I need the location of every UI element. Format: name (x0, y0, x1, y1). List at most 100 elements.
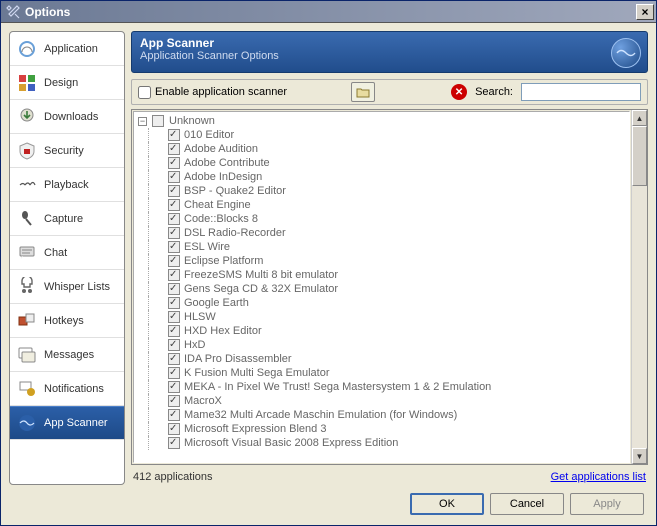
nav-item-design[interactable]: Design (10, 66, 124, 100)
tree-item[interactable]: Mame32 Multi Arcade Maschin Emulation (f… (138, 408, 629, 422)
tree-item-label: K Fusion Multi Sega Emulator (184, 366, 330, 380)
search-input[interactable] (521, 83, 641, 101)
tree-item[interactable]: 010 Editor (138, 128, 629, 142)
ok-button[interactable]: OK (410, 493, 484, 515)
tree-item-label: Microsoft Visual Basic 2008 Express Edit… (184, 436, 398, 450)
tree-item[interactable]: Cheat Engine (138, 198, 629, 212)
tree-item-label: Gens Sega CD & 32X Emulator (184, 282, 338, 296)
window-title: Options (25, 5, 636, 19)
close-button[interactable]: × (636, 4, 654, 20)
tree-item[interactable]: BSP - Quake2 Editor (138, 184, 629, 198)
tree-item-checkbox[interactable] (168, 213, 180, 225)
tree-item[interactable]: Adobe InDesign (138, 170, 629, 184)
nav-item-security[interactable]: Security (10, 134, 124, 168)
nav-item-capture[interactable]: Capture (10, 202, 124, 236)
tree-item[interactable]: HLSW (138, 310, 629, 324)
chat-icon (16, 242, 38, 264)
tree-item-checkbox[interactable] (168, 353, 180, 365)
scroll-track[interactable] (632, 126, 647, 448)
side-nav: Application Design Downloads SecurityPlayba… (9, 31, 125, 485)
tree-item-checkbox[interactable] (168, 129, 180, 141)
tree-item-label: Mame32 Multi Arcade Maschin Emulation (f… (184, 408, 457, 422)
nav-label: Messages (44, 349, 94, 361)
error-icon: ✕ (451, 84, 467, 100)
tree-item[interactable]: DSL Radio-Recorder (138, 226, 629, 240)
tree-item-checkbox[interactable] (168, 255, 180, 267)
download-icon (16, 106, 38, 128)
tree-item-checkbox[interactable] (168, 157, 180, 169)
tree-item[interactable]: MacroX (138, 394, 629, 408)
tree-item[interactable]: Microsoft Visual Basic 2008 Express Edit… (138, 436, 629, 450)
tree-item-checkbox[interactable] (168, 143, 180, 155)
enable-scanner-input[interactable] (138, 86, 151, 99)
nav-label: Notifications (44, 383, 104, 395)
scroll-up[interactable]: ▲ (632, 110, 647, 126)
app-count: 412 applications (133, 471, 213, 483)
tree-collapse[interactable]: − (138, 117, 147, 126)
tree-item-label: DSL Radio-Recorder (184, 226, 286, 240)
tree-item-checkbox[interactable] (168, 395, 180, 407)
tree-item[interactable]: HXD Hex Editor (138, 324, 629, 338)
nav-item-application[interactable]: Application (10, 32, 124, 66)
tree-item-checkbox[interactable] (168, 283, 180, 295)
tree-item-checkbox[interactable] (168, 409, 180, 421)
tree-item[interactable]: K Fusion Multi Sega Emulator (138, 366, 629, 380)
cancel-button[interactable]: Cancel (490, 493, 564, 515)
tree-item[interactable]: HxD (138, 338, 629, 352)
tree-item-checkbox[interactable] (168, 339, 180, 351)
tree-item[interactable]: Google Earth (138, 296, 629, 310)
tree-item[interactable]: ESL Wire (138, 240, 629, 254)
tree-item-checkbox[interactable] (168, 437, 180, 449)
nav-label: Downloads (44, 111, 98, 123)
tree-item-checkbox[interactable] (168, 185, 180, 197)
tree-item-checkbox[interactable] (168, 171, 180, 183)
tree-item-checkbox[interactable] (168, 227, 180, 239)
get-list-link[interactable]: Get applications list (551, 471, 646, 483)
tools-icon (5, 4, 21, 20)
scroll-down[interactable]: ▼ (632, 448, 647, 464)
tree-item-checkbox[interactable] (168, 367, 180, 379)
tree-item[interactable]: Gens Sega CD & 32X Emulator (138, 282, 629, 296)
tree-item-checkbox[interactable] (168, 269, 180, 281)
nav-item-app-scanner[interactable]: App Scanner (10, 406, 124, 440)
tree-item-checkbox[interactable] (168, 325, 180, 337)
nav-label: Application (44, 43, 98, 55)
tree-item-checkbox[interactable] (168, 381, 180, 393)
tree-item[interactable]: Eclipse Platform (138, 254, 629, 268)
nav-item-hotkeys[interactable]: Hotkeys (10, 304, 124, 338)
tree-item[interactable]: Adobe Contribute (138, 156, 629, 170)
tree-item-checkbox[interactable] (168, 241, 180, 253)
tree-item[interactable]: MEKA - In Pixel We Trust! Sega Mastersys… (138, 380, 629, 394)
tree-container: −Unknown010 EditorAdobe AuditionAdobe Co… (131, 109, 648, 465)
nav-item-whisper-lists[interactable]: Whisper Lists (10, 270, 124, 304)
tree-item[interactable]: FreezeSMS Multi 8 bit emulator (138, 268, 629, 282)
nav-label: App Scanner (44, 417, 108, 429)
options-window: Options × Application Design Downloads Secu… (0, 0, 657, 526)
enable-scanner-checkbox[interactable]: Enable application scanner (138, 86, 287, 99)
open-folder-button[interactable] (351, 82, 375, 102)
tree-item-checkbox[interactable] (168, 297, 180, 309)
tree-item[interactable]: Code::Blocks 8 (138, 212, 629, 226)
scrollbar[interactable]: ▲ ▼ (631, 110, 647, 464)
tree-item-label: ESL Wire (184, 240, 230, 254)
nav-item-messages[interactable]: Messages (10, 338, 124, 372)
nav-item-chat[interactable]: Chat (10, 236, 124, 270)
tree-item[interactable]: Adobe Audition (138, 142, 629, 156)
status-row: 412 applications Get applications list (131, 465, 648, 485)
app-tree[interactable]: −Unknown010 EditorAdobe AuditionAdobe Co… (133, 111, 630, 463)
root-checkbox[interactable] (152, 115, 164, 127)
apply-button[interactable]: Apply (570, 493, 644, 515)
scroll-thumb[interactable] (632, 126, 647, 186)
nav-item-notifications[interactable]: Notifications (10, 372, 124, 406)
nav-item-playback[interactable]: Playback (10, 168, 124, 202)
tree-item-label: HxD (184, 338, 205, 352)
tree-item[interactable]: IDA Pro Disassembler (138, 352, 629, 366)
tree-item-checkbox[interactable] (168, 199, 180, 211)
nav-label: Design (44, 77, 78, 89)
tree-item[interactable]: Microsoft Expression Blend 3 (138, 422, 629, 436)
nav-item-downloads[interactable]: Downloads (10, 100, 124, 134)
tree-item-label: MacroX (184, 394, 222, 408)
tree-item-checkbox[interactable] (168, 423, 180, 435)
tree-item-checkbox[interactable] (168, 311, 180, 323)
header-panel: App Scanner Application Scanner Options (131, 31, 648, 73)
